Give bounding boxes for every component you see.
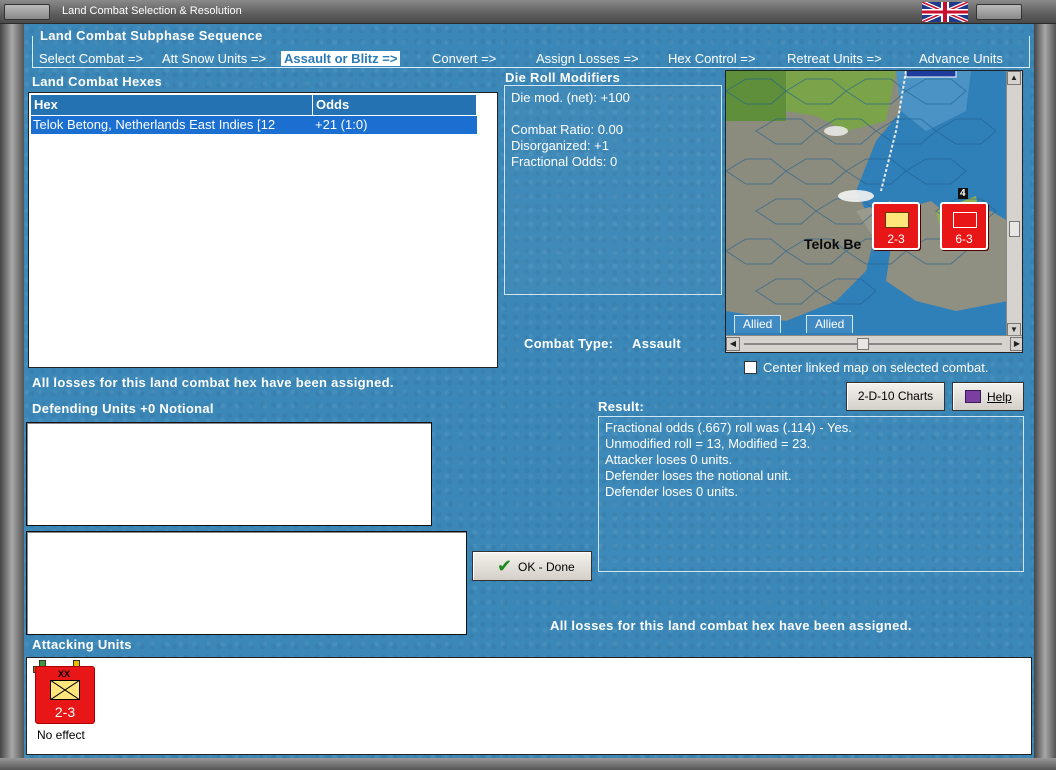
column-header-hex[interactable]: Hex [31, 95, 313, 115]
step-assign-losses[interactable]: Assign Losses => [536, 51, 639, 66]
frame-bottom [0, 758, 1056, 770]
window-menu-button[interactable] [4, 4, 50, 20]
step-retreat-units[interactable]: Retreat Units => [787, 51, 882, 66]
map-unit-counter[interactable]: 6-3 [940, 202, 988, 250]
scroll-thumb[interactable] [1009, 221, 1020, 237]
scroll-left-icon[interactable]: ◀ [726, 337, 740, 351]
hex-losses-note: All losses for this land combat hex have… [32, 375, 394, 390]
infantry-symbol-icon [885, 212, 909, 228]
unit-status-text: No effect [37, 728, 85, 742]
scroll-right-icon[interactable]: ▶ [1010, 337, 1022, 351]
map-tab-allied[interactable]: Allied [806, 315, 854, 333]
window-title: Land Combat Selection & Resolution [62, 5, 242, 17]
combat-type-value: Assault [632, 336, 682, 351]
result-title: Result: [598, 399, 645, 414]
step-assault-or-blitz[interactable]: Assault or Blitz => [281, 51, 401, 66]
step-hex-control[interactable]: Hex Control => [668, 51, 755, 66]
counter-value: 2-3 [887, 232, 905, 246]
map-tab-allied[interactable]: Allied [734, 315, 782, 333]
scroll-up-icon[interactable]: ▲ [1007, 71, 1021, 85]
map-vertical-scrollbar[interactable]: ▲ ▼ [1006, 71, 1022, 337]
step-att-snow-units[interactable]: Att Snow Units => [162, 51, 266, 66]
charts-button[interactable]: 2-D-10 Charts [846, 382, 945, 411]
checkmark-icon: ✔ [497, 556, 513, 576]
land-combat-hex-list[interactable]: Hex Odds Telok Betong, Netherlands East … [28, 92, 498, 368]
result-line: Attacker loses 0 units. [605, 452, 733, 467]
attacking-units-list[interactable]: XX 2-3 No effect [26, 657, 1032, 755]
odds-cell: +21 (1:0) [315, 117, 368, 132]
infantry-symbol-icon [50, 680, 80, 700]
result-line: Defender loses the notional unit. [605, 468, 792, 483]
step-select-combat[interactable]: Select Combat => [39, 51, 143, 66]
title-bar[interactable]: Land Combat Selection & Resolution [0, 0, 1056, 24]
hex-cell: Telok Betong, Netherlands East Indies [1… [33, 117, 276, 132]
map-city-label: Telok Be [804, 236, 862, 252]
modifier-line: Die mod. (net): +100 [511, 90, 630, 105]
result-line: Unmodified roll = 13, Modified = 23. [605, 436, 811, 451]
scroll-thumb[interactable] [857, 338, 869, 350]
map-unit-counter[interactable]: 2-3 [872, 202, 920, 250]
defending-units-title: Defending Units +0 Notional [32, 401, 214, 416]
subphase-title: Land Combat Subphase Sequence [40, 28, 263, 43]
land-combat-hexes-title: Land Combat Hexes [32, 74, 163, 89]
step-advance-units[interactable]: Advance Units [919, 51, 1003, 66]
frame-left [0, 24, 24, 770]
linked-map[interactable]: Telok Be 2-3 6-3 4 Allied Allied ▲ ▼ ◀ ▶ [725, 70, 1023, 353]
ok-done-label: OK - Done [518, 560, 575, 574]
unit-value: 2-3 [54, 704, 76, 720]
help-book-icon [965, 390, 981, 403]
minimize-button[interactable] [976, 4, 1022, 20]
stack-count-badge: 4 [958, 188, 968, 199]
die-roll-modifiers-title: Die Roll Modifiers [505, 70, 621, 85]
uk-flag-icon [922, 2, 968, 22]
unit-size-label: XX [58, 669, 71, 679]
modifier-line: Combat Ratio: 0.00 [511, 122, 624, 137]
modifier-line: Disorganized: +1 [511, 138, 609, 153]
ok-done-button[interactable]: ✔ OK - Done [472, 551, 592, 581]
center-map-checkbox[interactable] [744, 361, 757, 374]
modifier-line: Fractional Odds: 0 [511, 154, 618, 169]
counter-value: 6-3 [955, 232, 973, 246]
hq-symbol-icon [953, 212, 977, 228]
die-roll-modifiers-panel: Die mod. (net): +100 Combat Ratio: 0.00 … [504, 85, 722, 295]
result-losses-note: All losses for this land combat hex have… [550, 618, 912, 633]
map-horizontal-scrollbar[interactable]: ◀ ▶ [726, 335, 1022, 352]
result-panel: Fractional odds (.667) roll was (.114) -… [598, 416, 1024, 572]
attacking-units-title: Attacking Units [32, 637, 132, 652]
column-header-odds[interactable]: Odds [313, 95, 477, 115]
table-row[interactable]: Telok Betong, Netherlands East Indies [1… [31, 116, 477, 134]
scroll-track [744, 343, 1002, 345]
step-convert[interactable]: Convert => [432, 51, 496, 66]
result-line: Defender loses 0 units. [605, 484, 738, 499]
center-map-label: Center linked map on selected combat. [763, 360, 989, 375]
help-button-label: Help [987, 390, 1012, 404]
defending-units-list[interactable] [26, 422, 432, 526]
unit-counter[interactable]: XX 2-3 [35, 666, 95, 724]
frame-right [1034, 24, 1056, 770]
help-button[interactable]: Help [952, 382, 1024, 411]
combat-type-label: Combat Type: [524, 336, 614, 351]
result-line: Fractional odds (.667) roll was (.114) -… [605, 420, 852, 435]
defending-units-detail[interactable] [26, 531, 467, 635]
